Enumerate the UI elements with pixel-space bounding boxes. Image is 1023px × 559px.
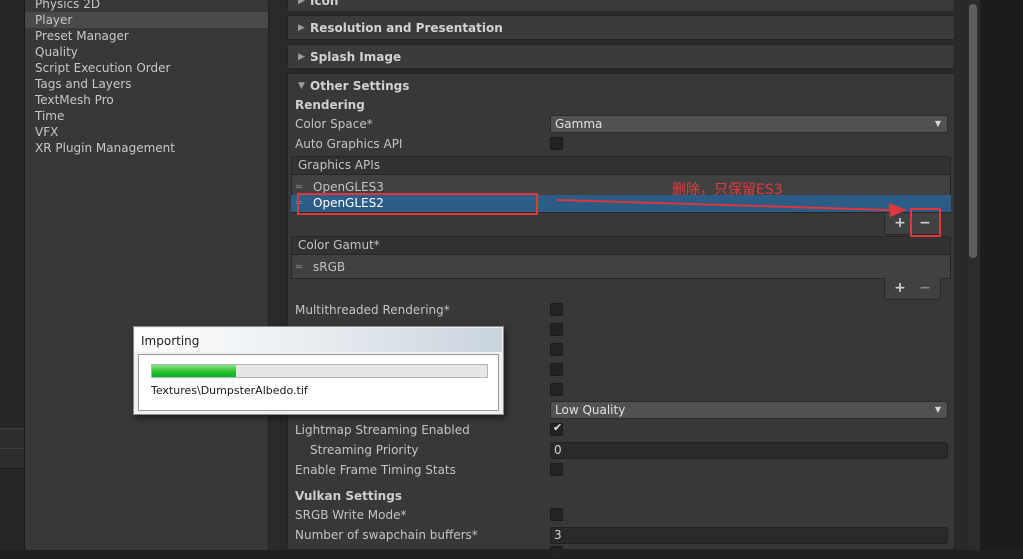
color-space-label: Color Space* [295,117,373,131]
frame-timing-stats-label: Enable Frame Timing Stats [295,463,456,477]
triangle-down-icon[interactable]: ▼ [298,81,305,91]
lightmap-streaming-checkbox[interactable]: ✔ [550,421,563,436]
importing-dialog: Importing Textures\DumpsterAlbedo.tif [133,326,504,415]
strip-row [0,448,24,469]
streaming-priority-field[interactable]: 0 [550,442,948,459]
annotation-highlight-opengles2 [297,193,538,215]
triangle-right-icon: ▶ [298,52,305,62]
dropdown-arrow-icon: ▼ [934,119,941,128]
auto-graphics-api-checkbox[interactable] [550,137,563,150]
rendering-header: Rendering [295,98,365,112]
add-graphics-api-button[interactable]: + [889,214,911,232]
color-space-value: Gamma [555,117,603,131]
right-edge-panel [980,0,1023,550]
vulkan-settings-header: Vulkan Settings [295,489,402,503]
swapchain-buffers-label: Number of swapchain buffers* [295,528,478,542]
auto-graphics-api-label: Auto Graphics API [295,137,403,151]
dialog-content: Textures\DumpsterAlbedo.tif [138,354,499,411]
setting-checkbox[interactable] [550,343,563,356]
triangle-right-icon: ▶ [298,0,305,6]
color-gamut-list-header: Color Gamut* [291,236,951,255]
swapchain-buffers-field[interactable]: 3 [550,527,948,544]
scrollbar-thumb[interactable] [969,4,977,258]
section-resolution-and-presentation[interactable]: ▶ Resolution and Presentation [287,15,955,40]
category-time[interactable]: Time [25,108,268,124]
srgb-write-mode-checkbox[interactable] [550,508,563,521]
streaming-priority-label: Streaming Priority [310,443,419,457]
import-progress-fill [152,365,236,377]
section-title: Resolution and Presentation [310,21,503,35]
dialog-title: Importing [141,334,200,348]
category-player[interactable]: Player [25,12,268,28]
category-tags-and-layers[interactable]: Tags and Layers [25,76,268,92]
setting-checkbox[interactable] [550,546,563,559]
checkmark-icon: ✔ [553,421,563,434]
annotation-text: 删除，只保留ES3 [672,182,783,198]
import-file-path: Textures\DumpsterAlbedo.tif [151,384,308,397]
graphics-apis-list-header: Graphics APIs [291,156,951,175]
srgb-write-mode-label: SRGB Write Mode* [295,508,407,522]
lightmap-streaming-label: Lightmap Streaming Enabled [295,423,470,437]
color-space-dropdown[interactable]: Gamma ▼ [550,115,948,133]
category-quality[interactable]: Quality [25,44,268,60]
strip-row [0,428,24,449]
category-xr-plugin-management[interactable]: XR Plugin Management [25,140,268,156]
add-color-gamut-button[interactable]: + [889,279,911,297]
multithreaded-rendering-label: Multithreaded Rendering* [295,303,450,317]
annotation-highlight-remove-button [910,208,941,237]
import-progress-bar [151,364,488,378]
quality-dropdown[interactable]: Low Quality ▼ [550,401,948,419]
remove-color-gamut-button[interactable]: − [914,279,936,297]
multithreaded-rendering-checkbox[interactable] [550,303,563,316]
category-script-execution-order[interactable]: Script Execution Order [25,60,268,76]
dialog-title-bar: Importing [135,328,502,352]
left-panel-strip [0,0,25,550]
frame-timing-stats-checkbox[interactable] [550,463,563,476]
dropdown-arrow-icon: ▼ [934,405,941,414]
category-preset-manager[interactable]: Preset Manager [25,28,268,44]
category-physics-2d[interactable]: Physics 2D [25,0,268,12]
setting-checkbox[interactable] [550,323,563,336]
triangle-right-icon: ▶ [298,23,305,33]
list-item-label: sRGB [313,260,346,274]
section-title: Icon [310,0,339,8]
setting-checkbox[interactable] [550,363,563,376]
color-gamut-item-srgb[interactable]: ═ sRGB [291,259,951,276]
category-textmesh-pro[interactable]: TextMesh Pro [25,92,268,108]
section-title[interactable]: Other Settings [310,79,409,93]
section-icon[interactable]: ▶ Icon [287,0,955,12]
category-vfx[interactable]: VFX [25,124,268,140]
quality-value: Low Quality [555,403,626,417]
section-title: Splash Image [310,50,402,64]
section-splash-image[interactable]: ▶ Splash Image [287,44,955,69]
color-gamut-list-footer: + − [884,278,941,300]
setting-checkbox[interactable] [550,383,563,396]
settings-categories-panel: Physics 2D Player Preset Manager Quality… [25,0,269,550]
drag-handle-icon[interactable]: ═ [296,259,302,276]
